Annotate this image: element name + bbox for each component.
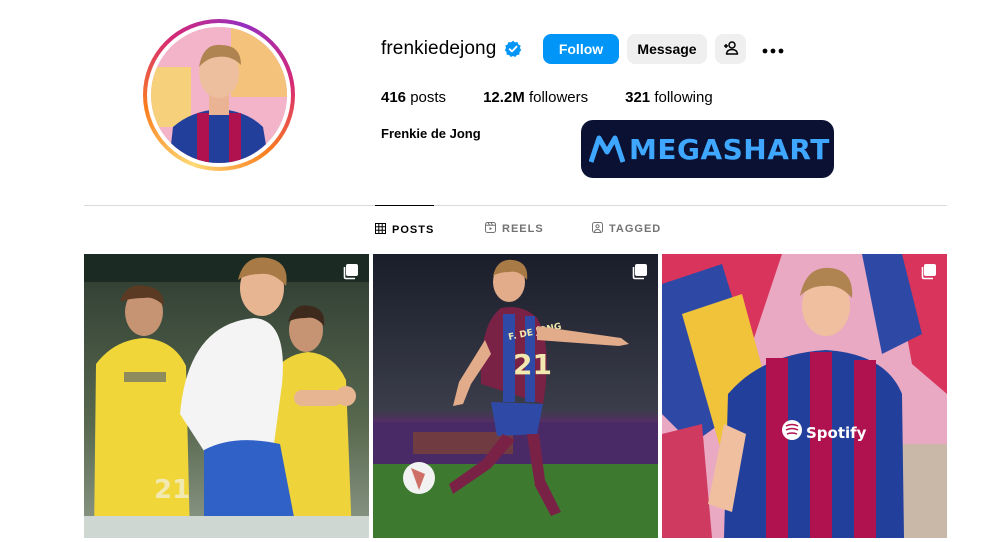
profile-avatar[interactable] bbox=[151, 27, 287, 163]
tab-reels-label: REELS bbox=[502, 223, 544, 235]
posts-grid: 21 F. DE JONG 21 Spotify bbox=[84, 254, 947, 538]
profile-stats: 416 posts 12.2M followers 321 following bbox=[381, 89, 713, 106]
post-image-celebration: 21 bbox=[84, 254, 369, 538]
followers-label[interactable]: followers bbox=[529, 89, 588, 106]
more-horizontal-icon bbox=[762, 41, 784, 57]
tab-reels[interactable]: REELS bbox=[485, 205, 544, 253]
more-options-button[interactable] bbox=[758, 34, 788, 64]
post-image-shooting: F. DE JONG 21 bbox=[373, 254, 658, 538]
tab-posts[interactable]: POSTS bbox=[375, 205, 435, 253]
followers-count[interactable]: 12.2M bbox=[483, 89, 525, 106]
profile-avatar-ring[interactable] bbox=[143, 19, 295, 171]
post-thumbnail[interactable]: F. DE JONG 21 bbox=[373, 254, 658, 538]
following-stat[interactable]: 321 following bbox=[625, 89, 713, 106]
post-thumbnail[interactable]: Spotify bbox=[662, 254, 947, 538]
profile-username[interactable]: frenkiedejong bbox=[381, 38, 496, 60]
carousel-icon bbox=[920, 263, 937, 280]
follow-button[interactable]: Follow bbox=[543, 34, 619, 64]
shirt-number: 21 bbox=[513, 348, 552, 381]
tab-tagged[interactable]: TAGGED bbox=[592, 205, 661, 253]
add-person-icon bbox=[723, 40, 739, 59]
grid-icon bbox=[375, 222, 386, 237]
verified-badge-icon bbox=[504, 40, 522, 58]
posts-count: 416 bbox=[381, 89, 407, 106]
carousel-icon bbox=[342, 263, 359, 280]
posts-label: posts bbox=[410, 89, 447, 106]
following-label[interactable]: following bbox=[654, 89, 712, 106]
suggested-accounts-button[interactable] bbox=[715, 34, 746, 64]
watermark-m-icon bbox=[589, 135, 625, 163]
watermark-text: MEGASHART bbox=[629, 132, 830, 166]
profile-full-name: Frenkie de Jong bbox=[381, 126, 481, 141]
reels-icon bbox=[485, 222, 496, 236]
tab-tagged-label: TAGGED bbox=[609, 223, 662, 235]
following-count[interactable]: 321 bbox=[625, 89, 650, 106]
tagged-icon bbox=[592, 222, 603, 236]
profile-tabs: POSTS REELS TAGGED bbox=[0, 205, 1000, 253]
followers-stat[interactable]: 12.2M followers bbox=[483, 89, 588, 106]
shirt-number: 21 bbox=[154, 475, 190, 505]
post-image-portrait: Spotify bbox=[662, 254, 947, 538]
posts-stat: 416 posts bbox=[381, 89, 446, 106]
message-button[interactable]: Message bbox=[627, 34, 707, 64]
tab-posts-label: POSTS bbox=[392, 223, 435, 236]
post-thumbnail[interactable]: 21 bbox=[84, 254, 369, 538]
watermark-logo: MEGASHART bbox=[581, 120, 834, 178]
shirt-sponsor: Spotify bbox=[806, 424, 867, 442]
carousel-icon bbox=[631, 263, 648, 280]
profile-username-row: frenkiedejong bbox=[381, 38, 522, 60]
